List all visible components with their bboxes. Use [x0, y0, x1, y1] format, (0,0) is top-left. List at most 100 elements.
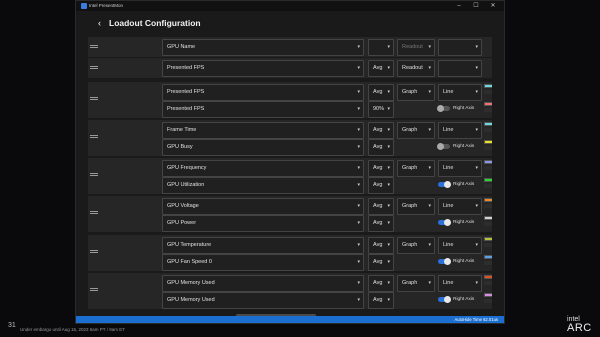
toggle-switch[interactable] [438, 296, 451, 303]
sub-metric-select[interactable]: GPU Utilization ▾ [162, 177, 364, 194]
metric-select[interactable]: GPU Name ▾ [162, 39, 364, 56]
maximize-button[interactable]: ☐ [469, 1, 483, 11]
sub-series-color-swatch[interactable] [484, 255, 492, 259]
drag-handle-icon[interactable] [90, 250, 98, 254]
stat-select[interactable]: ▾ [368, 39, 394, 56]
embargo-note: Under embargo until Aug 15, 2023 6am PT … [20, 327, 125, 332]
sub-stat-select[interactable]: Avg ▾ [368, 215, 394, 232]
metric-select[interactable]: Frame Time ▾ [162, 122, 364, 139]
sub-metric-select[interactable]: GPU Power ▾ [162, 215, 364, 232]
stat-select[interactable]: Avg ▾ [368, 237, 394, 254]
close-button[interactable]: ✕ [486, 1, 500, 11]
drag-handle-icon[interactable] [90, 173, 98, 177]
sub-series-color-swatch[interactable] [484, 140, 492, 144]
metric-select[interactable]: GPU Frequency ▾ [162, 160, 364, 177]
toggle-switch[interactable] [437, 143, 450, 150]
widget-type-select[interactable]: Graph ▾ [397, 160, 435, 177]
stat-select[interactable]: Avg ▾ [368, 160, 394, 177]
title-bar: Intel PresentMon – ☐ ✕ [76, 1, 504, 11]
widget-type-select[interactable]: Graph ▾ [397, 198, 435, 215]
sub-stat-select[interactable]: 90% ▾ [368, 101, 394, 118]
sub-series-color-swatch[interactable] [484, 293, 492, 297]
right-axis-label: Right Axis [453, 144, 475, 149]
series-color-swatch[interactable] [484, 237, 492, 241]
swatch-spacer [484, 243, 492, 247]
stat-select[interactable]: Avg ▾ [368, 60, 394, 77]
line-style-select[interactable]: Line ▾ [438, 275, 482, 292]
line-style-select[interactable]: Line ▾ [438, 198, 482, 215]
series-color-swatch[interactable] [484, 122, 492, 126]
sub-stat-select[interactable]: Avg ▾ [368, 177, 394, 194]
line-style-select[interactable]: Line ▾ [438, 122, 482, 139]
right-axis-toggle[interactable]: Right Axis [438, 180, 488, 190]
widget-type-select-value: Graph [402, 203, 418, 209]
widget-type-select[interactable]: Graph ▾ [397, 122, 435, 139]
drag-handle-icon[interactable] [90, 97, 98, 101]
sub-stat-select[interactable]: Avg ▾ [368, 292, 394, 309]
metric-select[interactable]: GPU Temperature ▾ [162, 237, 364, 254]
status-text: AutoHide Time 62.01us [454, 317, 498, 322]
minimize-button[interactable]: – [452, 1, 466, 11]
line-style-select[interactable]: Line ▾ [438, 84, 482, 101]
drag-handle-icon[interactable] [90, 66, 98, 70]
stat-select[interactable]: Avg ▾ [368, 84, 394, 101]
chevron-down-icon: ▾ [357, 44, 360, 50]
metric-select-value: GPU Name [167, 44, 196, 50]
metric-select[interactable]: GPU Voltage ▾ [162, 198, 364, 215]
widget-type-select-value: Readout [402, 65, 423, 71]
sub-metric-select[interactable]: Presented FPS ▾ [162, 101, 364, 118]
stat-select-value: Avg [373, 242, 383, 248]
widget-type-select[interactable]: Graph ▾ [397, 237, 435, 254]
sub-series-color-swatch[interactable] [484, 178, 492, 182]
stat-select[interactable]: Avg ▾ [368, 275, 394, 292]
widget-type-select-value: Readout [402, 44, 423, 50]
drag-handle-icon[interactable] [90, 45, 98, 49]
widget-type-select[interactable]: Readout ▾ [397, 39, 435, 56]
widget-type-select[interactable]: Graph ▾ [397, 84, 435, 101]
drag-handle-icon[interactable] [90, 288, 98, 292]
metric-select-value: Presented FPS [167, 89, 205, 95]
toggle-knob [444, 258, 451, 265]
metric-select[interactable]: GPU Memory Used ▾ [162, 275, 364, 292]
toggle-switch[interactable] [438, 219, 451, 226]
right-axis-toggle[interactable]: Right Axis [437, 142, 488, 152]
right-axis-label: Right Axis [453, 297, 475, 302]
widget-type-select[interactable]: Graph ▾ [397, 275, 435, 292]
series-color-swatch[interactable] [484, 84, 492, 88]
widget-type-select[interactable]: Readout ▾ [397, 60, 435, 77]
sub-metric-select[interactable]: GPU Busy ▾ [162, 139, 364, 156]
drag-handle-icon[interactable] [90, 135, 98, 139]
metric-select[interactable]: Presented FPS ▾ [162, 84, 364, 101]
right-axis-toggle[interactable]: Right Axis [437, 104, 488, 114]
sub-series-color-swatch[interactable] [484, 216, 492, 220]
line-style-select[interactable]: Line ▾ [438, 237, 482, 254]
drag-handle-icon[interactable] [90, 211, 98, 215]
toggle-switch[interactable] [438, 258, 451, 265]
sub-stat-select-value: 90% [373, 106, 385, 112]
back-arrow-icon[interactable]: ‹ [98, 18, 101, 28]
sub-stat-select[interactable]: Avg ▾ [368, 139, 394, 156]
right-axis-toggle[interactable]: Right Axis [438, 218, 488, 228]
toggle-knob [444, 219, 451, 226]
sub-stat-select[interactable]: Avg ▾ [368, 254, 394, 271]
sub-series-color-swatch[interactable] [484, 102, 492, 106]
right-axis-toggle[interactable]: Right Axis [438, 295, 488, 305]
stat-select-value: Avg [373, 89, 383, 95]
loadout-row: Presented FPS ▾ Avg ▾ Graph ▾ Line ▾ Presented F… [88, 82, 492, 118]
series-color-swatch[interactable] [484, 198, 492, 202]
line-style-select[interactable]: ▾ [438, 39, 482, 56]
stat-select[interactable]: Avg ▾ [368, 122, 394, 139]
line-style-select[interactable]: ▾ [438, 60, 482, 77]
sub-metric-select[interactable]: GPU Memory Used ▾ [162, 292, 364, 309]
toggle-switch[interactable] [438, 181, 451, 188]
series-color-swatch[interactable] [484, 160, 492, 164]
toggle-switch[interactable] [437, 105, 450, 112]
series-color-swatch[interactable] [484, 275, 492, 279]
sub-metric-select[interactable]: GPU Fan Speed 0 ▾ [162, 254, 364, 271]
right-axis-toggle[interactable]: Right Axis [438, 257, 488, 267]
metric-select[interactable]: Presented FPS ▾ [162, 60, 364, 77]
line-style-select[interactable]: Line ▾ [438, 160, 482, 177]
right-axis-label: Right Axis [453, 220, 475, 225]
chevron-down-icon: ▾ [387, 89, 390, 95]
stat-select[interactable]: Avg ▾ [368, 198, 394, 215]
